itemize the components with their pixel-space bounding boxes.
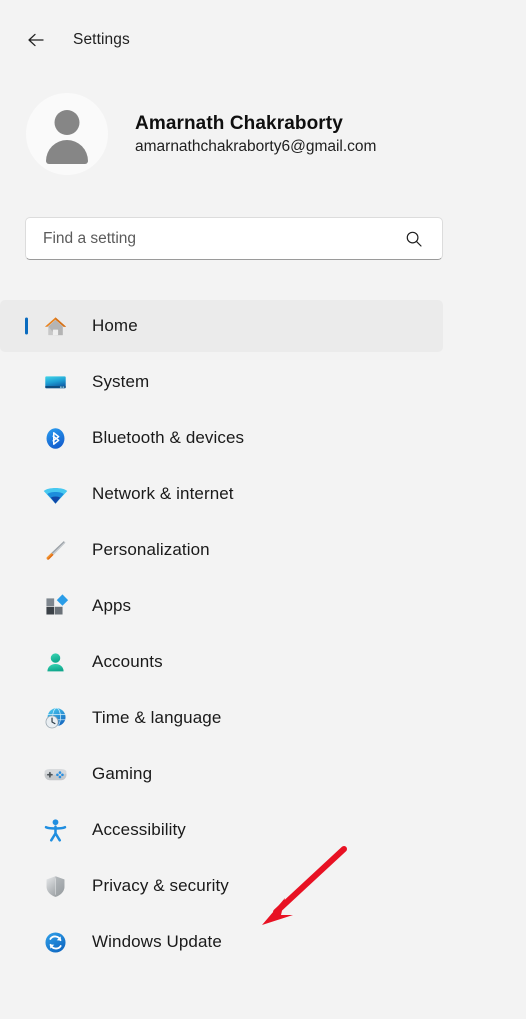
accessibility-icon bbox=[41, 816, 69, 844]
avatar-body bbox=[46, 140, 88, 164]
sidebar-item-time-language[interactable]: Time & language bbox=[0, 692, 443, 744]
search-icon[interactable] bbox=[403, 228, 425, 250]
sidebar-item-system[interactable]: System bbox=[0, 356, 443, 408]
sidebar-item-label: Home bbox=[92, 316, 138, 335]
back-arrow-icon bbox=[25, 29, 47, 51]
account-card[interactable]: Amarnath Chakraborty amarnathchakraborty… bbox=[26, 92, 446, 176]
settings-nav-list: Home System Bluetooth & devices Network … bbox=[0, 296, 526, 972]
sidebar-item-gaming[interactable]: Gaming bbox=[0, 748, 443, 800]
home-icon bbox=[41, 312, 69, 340]
back-button[interactable] bbox=[18, 24, 54, 56]
search-box[interactable] bbox=[25, 217, 443, 260]
gamepad-icon bbox=[41, 760, 69, 788]
monitor-icon bbox=[41, 368, 69, 396]
paintbrush-icon bbox=[41, 536, 69, 564]
sidebar-item-label: Privacy & security bbox=[92, 876, 229, 895]
sidebar-item-label: Gaming bbox=[92, 764, 153, 783]
avatar-head bbox=[54, 110, 80, 135]
sidebar-item-apps[interactable]: Apps bbox=[0, 580, 443, 632]
sidebar-item-network-internet[interactable]: Network & internet bbox=[0, 468, 443, 520]
window-title: Settings bbox=[73, 31, 130, 48]
sidebar-item-accessibility[interactable]: Accessibility bbox=[0, 804, 443, 856]
sidebar-item-accounts[interactable]: Accounts bbox=[0, 636, 443, 688]
sidebar-item-label: Windows Update bbox=[92, 932, 222, 951]
account-details: Amarnath Chakraborty amarnathchakraborty… bbox=[135, 113, 376, 156]
search-input[interactable] bbox=[43, 218, 403, 259]
sidebar-item-label: Accessibility bbox=[92, 820, 186, 839]
person-icon bbox=[41, 648, 69, 676]
sidebar-item-bluetooth-devices[interactable]: Bluetooth & devices bbox=[0, 412, 443, 464]
wifi-icon bbox=[41, 480, 69, 508]
titlebar: Settings bbox=[0, 22, 526, 58]
sidebar-item-label: System bbox=[92, 372, 150, 391]
shield-icon bbox=[41, 872, 69, 900]
apps-blocks-icon bbox=[41, 592, 69, 620]
bluetooth-icon bbox=[41, 424, 69, 452]
sidebar-item-label: Accounts bbox=[92, 652, 163, 671]
account-email: amarnathchakraborty6@gmail.com bbox=[135, 137, 377, 155]
avatar bbox=[26, 93, 108, 175]
selection-indicator bbox=[25, 317, 28, 335]
globe-clock-icon bbox=[41, 704, 69, 732]
sidebar-item-windows-update[interactable]: Windows Update bbox=[0, 916, 443, 968]
sidebar-item-home[interactable]: Home bbox=[0, 300, 443, 352]
sidebar-item-label: Time & language bbox=[92, 708, 222, 727]
account-name: Amarnath Chakraborty bbox=[135, 112, 343, 134]
sidebar-item-label: Apps bbox=[92, 596, 132, 615]
sidebar-item-label: Bluetooth & devices bbox=[92, 428, 245, 447]
sidebar-item-label: Network & internet bbox=[92, 484, 234, 503]
sidebar-item-label: Personalization bbox=[92, 540, 210, 559]
sidebar-item-privacy-security[interactable]: Privacy & security bbox=[0, 860, 443, 912]
sidebar-item-personalization[interactable]: Personalization bbox=[0, 524, 443, 576]
sync-refresh-icon bbox=[41, 928, 69, 956]
